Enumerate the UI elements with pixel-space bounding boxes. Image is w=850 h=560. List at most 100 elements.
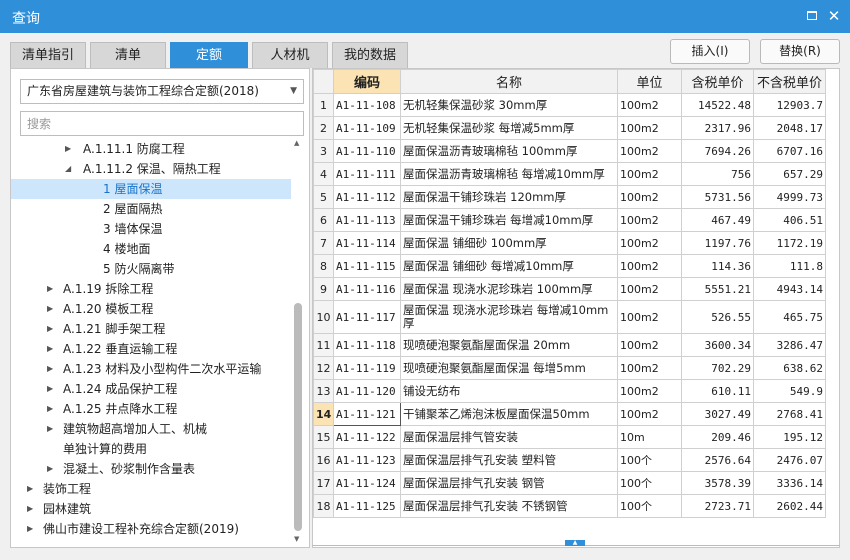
table-row[interactable]: 11 A1-11-118 现喷硬泡聚氨酯屋面保温 20mm 100m2 3600.34 3… bbox=[313, 333, 826, 357]
row-index[interactable]: 14 bbox=[313, 402, 334, 426]
row-index[interactable]: 18 bbox=[313, 494, 334, 518]
row-tax-price[interactable]: 3578.39 bbox=[681, 471, 754, 495]
row-name[interactable]: 屋面保温 铺细砂 100mm厚 bbox=[400, 231, 618, 255]
row-unit[interactable]: 100m2 bbox=[617, 277, 682, 301]
row-notax-price[interactable]: 3286.47 bbox=[753, 333, 826, 357]
table-row[interactable]: 10 A1-11-117 屋面保温 现浇水泥珍珠岩 每增减10mm厚 100m2 526… bbox=[313, 300, 826, 334]
row-notax-price[interactable]: 1172.19 bbox=[753, 231, 826, 255]
table-row[interactable]: 3 A1-11-110 屋面保温沥青玻璃棉毡 100mm厚 100m2 7694.26 6… bbox=[313, 139, 826, 163]
scroll-up-icon[interactable]: ▲ bbox=[294, 139, 299, 147]
tab-my-data[interactable]: 我的数据 bbox=[332, 42, 408, 68]
scroll-down-icon[interactable]: ▼ bbox=[294, 535, 299, 543]
row-index[interactable]: 6 bbox=[313, 208, 334, 232]
row-tax-price[interactable]: 209.46 bbox=[681, 425, 754, 449]
search-input[interactable] bbox=[20, 111, 304, 136]
tree-node[interactable]: ▶ A.1.22 垂直运输工程 bbox=[11, 339, 291, 359]
scrollbar-thumb[interactable] bbox=[294, 303, 302, 531]
replace-button[interactable]: 替换(R) bbox=[760, 39, 840, 64]
row-notax-price[interactable]: 406.51 bbox=[753, 208, 826, 232]
row-name[interactable]: 屋面保温层排气孔安装 钢管 bbox=[400, 471, 618, 495]
row-tax-price[interactable]: 3600.34 bbox=[681, 333, 754, 357]
row-index[interactable]: 11 bbox=[313, 333, 334, 357]
row-code[interactable]: A1-11-113 bbox=[333, 208, 401, 232]
expand-arrow-icon[interactable]: ▶ bbox=[47, 399, 57, 419]
table-row[interactable]: 13 A1-11-120 铺设无纺布 100m2 610.11 549.9 bbox=[313, 379, 826, 403]
expand-arrow-icon[interactable]: ▶ bbox=[47, 359, 57, 379]
row-unit[interactable]: 100m2 bbox=[617, 139, 682, 163]
table-row[interactable]: 1 A1-11-108 无机轻集保温砂浆 30mm厚 100m2 14522.48 129… bbox=[313, 93, 826, 117]
row-name[interactable]: 干铺聚苯乙烯泡沫板屋面保温50mm bbox=[400, 402, 618, 426]
tree-node[interactable]: ▶ 混凝土、砂浆制作含量表 bbox=[11, 459, 291, 479]
row-index[interactable]: 8 bbox=[313, 254, 334, 278]
row-index[interactable]: 16 bbox=[313, 448, 334, 472]
row-name[interactable]: 现喷硬泡聚氨酯屋面保温 20mm bbox=[400, 333, 618, 357]
row-name[interactable]: 无机轻集保温砂浆 每增减5mm厚 bbox=[400, 116, 618, 140]
tree-node[interactable]: ▶ A.1.24 成品保护工程 bbox=[11, 379, 291, 399]
row-index[interactable]: 10 bbox=[313, 300, 334, 334]
table-row[interactable]: 14 A1-11-121 干铺聚苯乙烯泡沫板屋面保温50mm 100m2 3027.49… bbox=[313, 402, 826, 426]
row-unit[interactable]: 100m2 bbox=[617, 333, 682, 357]
table-row[interactable]: 8 A1-11-115 屋面保温 铺细砂 每增减10mm厚 100m2 114.36 11… bbox=[313, 254, 826, 278]
row-notax-price[interactable]: 111.8 bbox=[753, 254, 826, 278]
row-index[interactable]: 13 bbox=[313, 379, 334, 403]
row-code[interactable]: A1-11-110 bbox=[333, 139, 401, 163]
row-notax-price[interactable]: 2768.41 bbox=[753, 402, 826, 426]
row-tax-price[interactable]: 756 bbox=[681, 162, 754, 186]
row-unit[interactable]: 100m2 bbox=[617, 116, 682, 140]
row-tax-price[interactable]: 610.11 bbox=[681, 379, 754, 403]
row-unit[interactable]: 100m2 bbox=[617, 379, 682, 403]
row-tax-price[interactable]: 7694.26 bbox=[681, 139, 754, 163]
tree-scrollbar[interactable]: ▲ ▼ bbox=[292, 139, 304, 543]
expand-arrow-icon[interactable]: ▶ bbox=[47, 419, 57, 439]
table-scrollbar[interactable] bbox=[827, 69, 839, 539]
row-name[interactable]: 屋面保温干铺珍珠岩 120mm厚 bbox=[400, 185, 618, 209]
close-icon[interactable]: ✕ bbox=[826, 8, 842, 24]
expand-arrow-icon[interactable]: ▶ bbox=[47, 339, 57, 359]
collapse-arrow-icon[interactable]: ◢ bbox=[65, 159, 75, 179]
expand-arrow-icon[interactable]: ▶ bbox=[47, 319, 57, 339]
row-name[interactable]: 铺设无纺布 bbox=[400, 379, 618, 403]
row-tax-price[interactable]: 3027.49 bbox=[681, 402, 754, 426]
row-index[interactable]: 2 bbox=[313, 116, 334, 140]
row-index[interactable]: 7 bbox=[313, 231, 334, 255]
row-name[interactable]: 屋面保温 铺细砂 每增减10mm厚 bbox=[400, 254, 618, 278]
row-notax-price[interactable]: 4943.14 bbox=[753, 277, 826, 301]
row-code[interactable]: A1-11-120 bbox=[333, 379, 401, 403]
header-name[interactable]: 名称 bbox=[400, 69, 618, 94]
expand-arrow-icon[interactable]: ▶ bbox=[47, 279, 57, 299]
row-unit[interactable]: 100m2 bbox=[617, 356, 682, 380]
expand-arrow-icon[interactable]: ▶ bbox=[47, 459, 57, 479]
row-index[interactable]: 5 bbox=[313, 185, 334, 209]
row-unit[interactable]: 100m2 bbox=[617, 93, 682, 117]
row-index[interactable]: 3 bbox=[313, 139, 334, 163]
row-unit[interactable]: 100m2 bbox=[617, 185, 682, 209]
table-row[interactable]: 15 A1-11-122 屋面保温层排气管安装 10m 209.46 195.12 bbox=[313, 425, 826, 449]
row-notax-price[interactable]: 2048.17 bbox=[753, 116, 826, 140]
header-code[interactable]: 编码 bbox=[333, 69, 401, 94]
row-index[interactable]: 4 bbox=[313, 162, 334, 186]
expand-arrow-icon[interactable]: ▶ bbox=[27, 499, 37, 519]
tree-node[interactable]: ▶ A.1.25 井点降水工程 bbox=[11, 399, 291, 419]
tab-list-guide[interactable]: 清单指引 bbox=[10, 42, 86, 68]
expand-arrow-icon[interactable]: ▶ bbox=[27, 519, 37, 539]
header-tax-price[interactable]: 含税单价 bbox=[681, 69, 754, 94]
row-unit[interactable]: 10m bbox=[617, 425, 682, 449]
tree-node[interactable]: ▶ A.1.19 拆除工程 bbox=[11, 279, 291, 299]
row-unit[interactable]: 100个 bbox=[617, 448, 682, 472]
row-notax-price[interactable]: 638.62 bbox=[753, 356, 826, 380]
row-tax-price[interactable]: 2723.71 bbox=[681, 494, 754, 518]
row-tax-price[interactable]: 114.36 bbox=[681, 254, 754, 278]
row-notax-price[interactable]: 2602.44 bbox=[753, 494, 826, 518]
row-code[interactable]: A1-11-117 bbox=[333, 300, 401, 334]
expand-arrow-icon[interactable]: ▶ bbox=[47, 299, 57, 319]
table-row[interactable]: 6 A1-11-113 屋面保温干铺珍珠岩 每增减10mm厚 100m2 467.49 4… bbox=[313, 208, 826, 232]
row-name[interactable]: 无机轻集保温砂浆 30mm厚 bbox=[400, 93, 618, 117]
row-name[interactable]: 现喷硬泡聚氨酯屋面保温 每增5mm bbox=[400, 356, 618, 380]
row-code[interactable]: A1-11-115 bbox=[333, 254, 401, 278]
header-unit[interactable]: 单位 bbox=[617, 69, 682, 94]
expand-arrow-icon[interactable]: ▶ bbox=[65, 139, 75, 159]
row-name[interactable]: 屋面保温层排气孔安装 不锈钢管 bbox=[400, 494, 618, 518]
tree-node[interactable]: 2 屋面隔热 bbox=[11, 199, 291, 219]
row-name[interactable]: 屋面保温沥青玻璃棉毡 每增减10mm厚 bbox=[400, 162, 618, 186]
table-row[interactable]: 9 A1-11-116 屋面保温 现浇水泥珍珠岩 100mm厚 100m2 5551.2… bbox=[313, 277, 826, 301]
